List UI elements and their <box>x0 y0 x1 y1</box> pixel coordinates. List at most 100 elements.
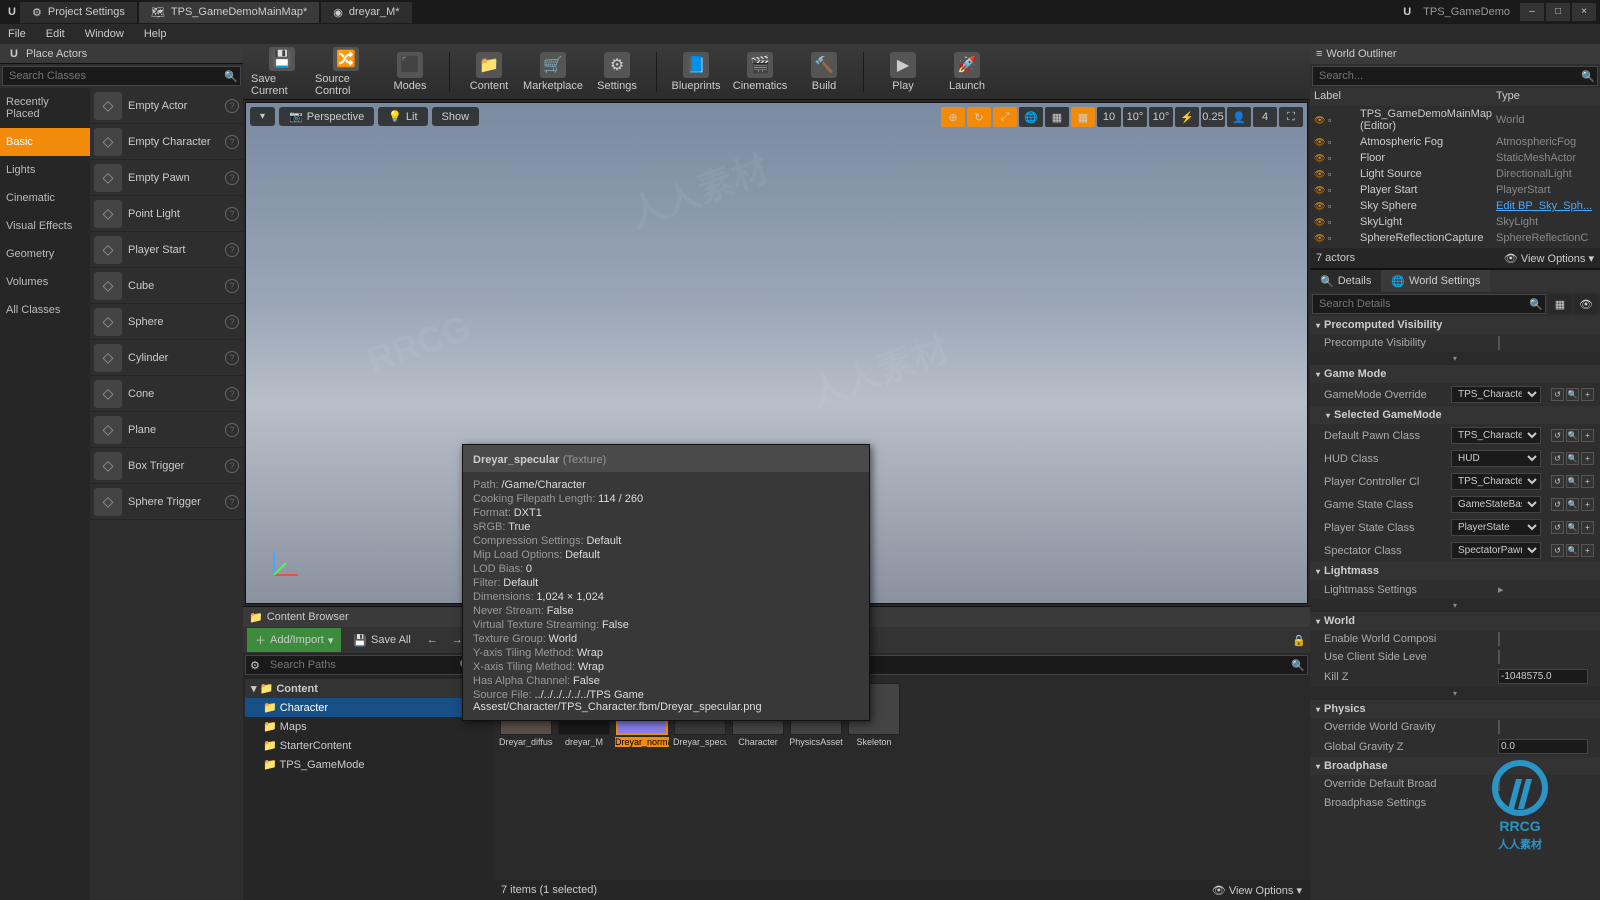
info-icon[interactable]: ? <box>225 387 239 401</box>
outliner-search-input[interactable]: 🔍 <box>1312 66 1598 86</box>
viewport-tool-5[interactable]: ▦ <box>1071 107 1095 127</box>
visibility-icon[interactable]: 👁 <box>1314 233 1328 244</box>
dropdown[interactable]: HUD <box>1451 450 1541 467</box>
viewport-tool-8[interactable]: 10° <box>1149 107 1173 127</box>
search-classes-input[interactable]: 🔍 <box>2 66 241 86</box>
tree-item-character[interactable]: 📁 Character <box>245 698 491 717</box>
dropdown[interactable]: GameStateBase <box>1451 496 1541 513</box>
add-icon[interactable]: + <box>1581 429 1594 442</box>
viewport-tool-13[interactable]: ⛶ <box>1279 107 1303 127</box>
section-lightmass[interactable]: Lightmass <box>1310 562 1600 580</box>
toolbar-source-control-button[interactable]: 🔀Source Control <box>315 47 377 97</box>
toolbar-marketplace-button[interactable]: 🛒Marketplace <box>522 47 584 97</box>
viewport-tool-3[interactable]: 🌐 <box>1019 107 1043 127</box>
viewport-perspective-button[interactable]: 📷Perspective <box>279 107 374 126</box>
browse-icon[interactable]: 🔍 <box>1566 544 1579 557</box>
place-item-sphere-trigger[interactable]: ◇Sphere Trigger? <box>90 484 243 520</box>
reset-icon[interactable]: ↺ <box>1551 475 1564 488</box>
reset-icon[interactable]: ↺ <box>1551 498 1564 511</box>
view-options-button[interactable]: 👁 View Options ▾ <box>1212 884 1302 897</box>
add-icon[interactable]: + <box>1581 475 1594 488</box>
tab-material[interactable]: ◉dreyar_M* <box>321 2 411 23</box>
viewport-menu-button[interactable]: ▾ <box>250 107 275 126</box>
info-icon[interactable]: ? <box>225 459 239 473</box>
info-icon[interactable]: ? <box>225 99 239 113</box>
reset-icon[interactable]: ↺ <box>1551 429 1564 442</box>
dropdown[interactable]: TPS_CharacterContro <box>1451 473 1541 490</box>
info-icon[interactable]: ? <box>225 351 239 365</box>
viewport-tool-6[interactable]: 10 <box>1097 107 1121 127</box>
place-category-all-classes[interactable]: All Classes <box>0 296 90 324</box>
place-item-sphere[interactable]: ◇Sphere? <box>90 304 243 340</box>
place-item-cone[interactable]: ◇Cone? <box>90 376 243 412</box>
place-item-plane[interactable]: ◇Plane? <box>90 412 243 448</box>
place-category-lights[interactable]: Lights <box>0 156 90 184</box>
place-item-empty-pawn[interactable]: ◇Empty Pawn? <box>90 160 243 196</box>
add-icon[interactable]: + <box>1581 521 1594 534</box>
save-all-button[interactable]: 💾Save All <box>347 630 416 651</box>
add-import-button[interactable]: ＋Add/Import▾ <box>247 628 341 652</box>
add-icon[interactable]: + <box>1581 498 1594 511</box>
place-category-geometry[interactable]: Geometry <box>0 240 90 268</box>
viewport-tool-12[interactable]: 4 <box>1253 107 1277 127</box>
eye-icon[interactable]: 👁 <box>1574 294 1598 314</box>
outliner-row[interactable]: 👁▫Light SourceDirectionalLight <box>1310 166 1600 182</box>
place-category-volumes[interactable]: Volumes <box>0 268 90 296</box>
search-paths-input[interactable]: ⚙ 🔍 ≡ <box>245 655 491 675</box>
place-category-cinematic[interactable]: Cinematic <box>0 184 90 212</box>
dropdown[interactable]: TPS_Character <box>1451 427 1541 444</box>
close-button[interactable]: × <box>1572 3 1596 21</box>
browse-icon[interactable]: 🔍 <box>1566 388 1579 401</box>
info-icon[interactable]: ? <box>225 171 239 185</box>
menu-file[interactable]: File <box>4 26 30 42</box>
tree-item-content[interactable]: ▾ 📁 Content <box>245 679 491 698</box>
visibility-icon[interactable]: 👁 <box>1314 185 1328 196</box>
info-icon[interactable]: ? <box>225 423 239 437</box>
visibility-icon[interactable]: 👁 <box>1314 115 1328 126</box>
tab-details[interactable]: 🔍Details <box>1310 270 1381 292</box>
section-precomputed-visibility[interactable]: Precomputed Visibility <box>1310 316 1600 334</box>
toolbar-launch-button[interactable]: 🚀Launch <box>936 47 998 97</box>
menu-help[interactable]: Help <box>140 26 171 42</box>
number-input[interactable] <box>1498 669 1588 684</box>
checkbox[interactable] <box>1498 777 1500 791</box>
toolbar-cinematics-button[interactable]: 🎬Cinematics <box>729 47 791 97</box>
browse-icon[interactable]: 🔍 <box>1566 498 1579 511</box>
toolbar-build-button[interactable]: 🔨Build <box>793 47 855 97</box>
visibility-icon[interactable]: 👁 <box>1314 201 1328 212</box>
viewport-tool-4[interactable]: ▦ <box>1045 107 1069 127</box>
viewport-tool-1[interactable]: ↻ <box>967 107 991 127</box>
add-icon[interactable]: + <box>1581 544 1594 557</box>
maximize-button[interactable]: □ <box>1546 3 1570 21</box>
info-icon[interactable]: ? <box>225 135 239 149</box>
dropdown[interactable]: PlayerState <box>1451 519 1541 536</box>
add-icon[interactable]: + <box>1581 452 1594 465</box>
viewport-tool-10[interactable]: 0.25 <box>1201 107 1225 127</box>
dropdown[interactable]: SpectatorPawn <box>1451 542 1541 559</box>
checkbox[interactable] <box>1498 632 1500 646</box>
number-input[interactable] <box>1498 739 1588 754</box>
section-physics[interactable]: Physics <box>1310 700 1600 718</box>
tree-item-startercontent[interactable]: 📁 StarterContent <box>245 736 491 755</box>
place-item-cube[interactable]: ◇Cube? <box>90 268 243 304</box>
place-category-recently-placed[interactable]: Recently Placed <box>0 88 90 128</box>
add-icon[interactable]: + <box>1581 388 1594 401</box>
matrix-icon[interactable]: ▦ <box>1548 294 1572 314</box>
info-icon[interactable]: ? <box>225 207 239 221</box>
visibility-icon[interactable]: 👁 <box>1314 217 1328 228</box>
browse-icon[interactable]: 🔍 <box>1566 429 1579 442</box>
toolbar-play-button[interactable]: ▶Play <box>872 47 934 97</box>
tree-item-tps_gamemode[interactable]: 📁 TPS_GameMode <box>245 755 491 774</box>
outliner-row[interactable]: 👁▫Player StartPlayerStart <box>1310 182 1600 198</box>
section-selected-gamemode[interactable]: Selected GameMode <box>1310 406 1600 424</box>
details-search-input[interactable]: 🔍 <box>1312 294 1546 314</box>
menu-window[interactable]: Window <box>81 26 128 42</box>
outliner-row[interactable]: 👁▫TPS_GameDemoMainMap (Editor)World <box>1310 106 1600 134</box>
place-item-cylinder[interactable]: ◇Cylinder? <box>90 340 243 376</box>
place-category-basic[interactable]: Basic <box>0 128 90 156</box>
nav-back-button[interactable]: ← <box>423 634 442 646</box>
toolbar-modes-button[interactable]: ⬛Modes <box>379 47 441 97</box>
place-item-player-start[interactable]: ◇Player Start? <box>90 232 243 268</box>
outliner-row[interactable]: 👁▫Sky SphereEdit BP_Sky_Sph... <box>1310 198 1600 214</box>
checkbox[interactable] <box>1498 720 1500 734</box>
